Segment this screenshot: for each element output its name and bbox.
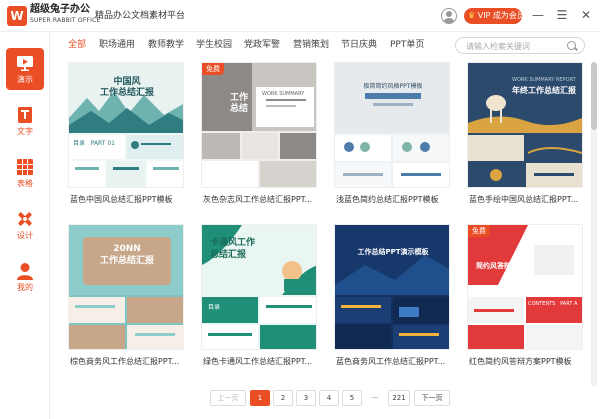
design-tools-icon (18, 212, 32, 226)
template-card[interactable]: 20NN 工作总结汇报 棕色商务风工作总结汇报PPT... (68, 224, 184, 374)
thumbnail-art (468, 225, 582, 349)
thumbnail-label: CONTENTS PART A (528, 301, 578, 307)
thumbnail-title: 中国风 工作总结汇报 (99, 77, 154, 98)
tab-workplace[interactable]: 职场通用 (99, 36, 135, 54)
prev-page-button[interactable]: 上一页 (210, 390, 246, 406)
sidebar-item-label: 演示 (17, 75, 33, 84)
tab-single-page[interactable]: PPT单页 (390, 36, 424, 54)
sidebar-item-label: 表格 (17, 179, 33, 188)
text-document-icon (18, 107, 32, 123)
thumbnail-title: 20NN 工作总结汇报 (99, 244, 154, 266)
tab-teaching[interactable]: 教师教学 (148, 36, 184, 54)
close-icon[interactable]: ✕ (578, 7, 594, 23)
template-title[interactable]: 红色简约风答辩方案PPT模板 (469, 357, 583, 367)
template-title[interactable]: 浅蓝色简约总结汇报PPT模板 (336, 195, 450, 205)
title-bar: W 超级兔子办公 SUPER RABBIT OFFICE 精品办公文档素材平台 … (0, 0, 600, 32)
free-badge: 免费 (468, 225, 490, 237)
template-card[interactable]: 简约风答辩方案 CONTENTS PART A 免费 红色简约风答辩方案PPT模… (467, 224, 583, 374)
template-title[interactable]: 灰色杂志风工作总结汇报PPT... (203, 195, 317, 205)
search-input[interactable] (466, 40, 561, 52)
template-thumbnail[interactable]: 中国风 工作总结汇报 目录 PART 01 (68, 62, 184, 188)
sidebar-item-label: 我的 (17, 283, 33, 292)
sidebar-item-spreadsheet[interactable]: 表格 (6, 152, 44, 194)
tab-government[interactable]: 党政军警 (244, 36, 280, 54)
menu-icon[interactable]: ☰ (554, 7, 570, 23)
avatar-head (446, 11, 452, 17)
sidebar-item-text[interactable]: 文字 (6, 100, 44, 142)
free-badge: 免费 (202, 63, 224, 75)
template-card[interactable]: 工作 总结 WORK SUMMARY 免费 灰色杂志风工作总结汇报PPT... (201, 62, 317, 212)
page-button[interactable]: 221 (388, 390, 410, 406)
avatar-body (443, 18, 455, 23)
vip-button[interactable]: ♛ VIP 成为会员 (464, 8, 525, 24)
thumbnail-title: 年终工作总结汇报 (512, 86, 576, 95)
template-thumbnail[interactable]: 工作 总结 WORK SUMMARY 免费 (201, 62, 317, 188)
user-icon (17, 263, 33, 280)
template-card[interactable]: 工作总结PPT演示模板 蓝色商务风工作总结汇报PPT... (334, 224, 450, 374)
thumbnail-label: 目录 PART 01 (73, 140, 116, 147)
template-thumbnail[interactable]: 卡通风工作 总结汇报 目录 (201, 224, 317, 350)
sidebar-item-presentation[interactable]: 演示 (6, 48, 44, 90)
thumbnail-title: 简约风答辩方案 (476, 262, 525, 270)
template-thumbnail[interactable]: 工作总结PPT演示模板 (334, 224, 450, 350)
tab-festival[interactable]: 节日庆典 (341, 36, 377, 54)
next-page-button[interactable]: 下一页 (414, 390, 450, 406)
scrollbar-track[interactable] (591, 62, 597, 387)
page-button[interactable]: 3 (296, 390, 316, 406)
template-thumbnail[interactable]: WORK SUMMARY REPORT 年终工作总结汇报 (467, 62, 583, 188)
template-title[interactable]: 蓝色商务风工作总结汇报PPT... (336, 357, 450, 367)
thumbnail-title: 工作 总结 (230, 93, 249, 114)
template-thumbnail[interactable]: 极简简约风格PPT模板 (334, 62, 450, 188)
tab-all[interactable]: 全部 (68, 36, 86, 54)
thumbnail-label: WORK SUMMARY REPORT (512, 77, 576, 83)
thumbnail-label: 目录 (208, 304, 221, 311)
template-title[interactable]: 蓝色中国风总结汇报PPT模板 (70, 195, 184, 205)
minimize-icon[interactable]: — (530, 7, 546, 23)
page-button[interactable]: 1 (250, 390, 270, 406)
crown-icon: ♛ (468, 11, 476, 20)
sidebar-item-label: 设计 (17, 231, 33, 240)
template-title[interactable]: 蓝色手绘中国风总结汇报PPT... (469, 195, 583, 205)
thumbnail-title: 工作总结PPT演示模板 (357, 248, 429, 256)
thumbnail-art (335, 225, 449, 349)
brand-subtitle: SUPER RABBIT OFFICE (30, 17, 101, 24)
template-title[interactable]: 绿色卡通风工作总结汇报PPT... (203, 357, 317, 367)
sidebar-item-label: 文字 (17, 127, 33, 136)
template-title[interactable]: 棕色商务风工作总结汇报PPT... (70, 357, 184, 367)
thumbnail-art (202, 63, 316, 187)
search-icon[interactable] (567, 41, 576, 50)
spreadsheet-icon (17, 159, 33, 175)
sidebar-item-design[interactable]: 设计 (6, 204, 44, 246)
tab-marketing[interactable]: 营销策划 (293, 36, 329, 54)
presentation-icon (17, 56, 33, 71)
thumbnail-title: 极简简约风格PPT模板 (363, 83, 423, 90)
page-ellipsis: ··· (365, 390, 385, 406)
sidebar-item-mine[interactable]: 我的 (6, 256, 44, 298)
tab-campus[interactable]: 学生校园 (196, 36, 232, 54)
template-card[interactable]: 中国风 工作总结汇报 目录 PART 01 蓝色中国风总结汇报PPT模板 (68, 62, 184, 212)
vip-label: VIP 成为会员 (477, 11, 525, 20)
app-logo: W (7, 6, 27, 26)
sidebar: 演示 文字 表格 设计 我的 (0, 32, 50, 419)
page-button[interactable]: 4 (319, 390, 339, 406)
template-thumbnail[interactable]: 简约风答辩方案 CONTENTS PART A 免费 (467, 224, 583, 350)
scrollbar-thumb[interactable] (591, 62, 597, 130)
template-thumbnail[interactable]: 20NN 工作总结汇报 (68, 224, 184, 350)
search-box[interactable] (455, 37, 585, 54)
thumbnail-label: WORK SUMMARY (262, 91, 305, 97)
thumbnail-title: 卡通风工作 总结汇报 (210, 238, 256, 260)
template-card[interactable]: 极简简约风格PPT模板 浅蓝色简约总结汇报PPT模板 (334, 62, 450, 212)
page-button[interactable]: 2 (273, 390, 293, 406)
brand-name: 超级兔子办公 (30, 4, 90, 15)
platform-title: 精品办公文档素材平台 (95, 11, 186, 21)
template-card[interactable]: 卡通风工作 总结汇报 目录 绿色卡通风工作总结汇报PPT... (201, 224, 317, 374)
avatar[interactable] (441, 8, 457, 24)
page-button[interactable]: 5 (342, 390, 362, 406)
template-card[interactable]: WORK SUMMARY REPORT 年终工作总结汇报 蓝色手绘中国风总结汇报… (467, 62, 583, 212)
